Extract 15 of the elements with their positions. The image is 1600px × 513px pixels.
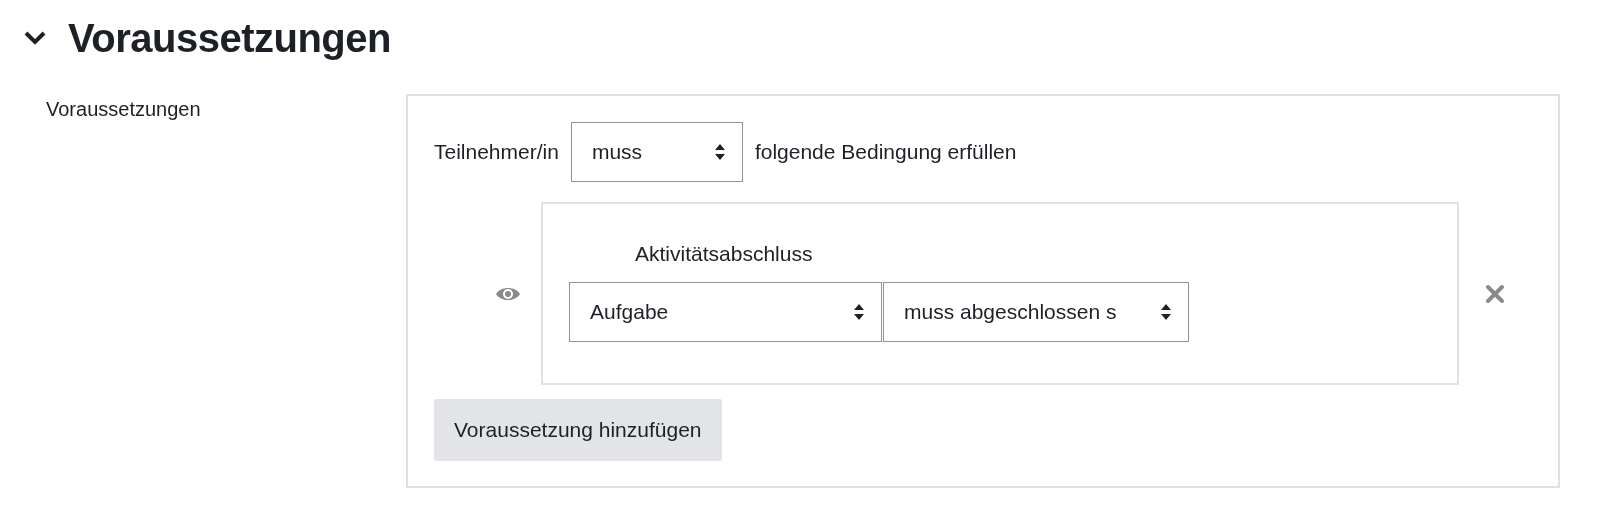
condition-prefix: Teilnehmer/in xyxy=(434,140,559,164)
field-label: Voraussetzungen xyxy=(46,98,202,121)
sort-arrows-icon xyxy=(853,303,865,321)
section-title: Voraussetzungen xyxy=(68,15,391,61)
chevron-icon xyxy=(24,31,46,45)
condition-select[interactable]: muss abgeschlossen s xyxy=(883,282,1189,342)
sort-arrows-icon xyxy=(713,143,726,161)
condition-title: Aktivitätsabschluss xyxy=(635,242,814,266)
close-button[interactable] xyxy=(1485,283,1505,304)
condition-suffix: folgende Bedingung erfüllen xyxy=(754,140,1017,164)
close-icon xyxy=(1485,283,1505,304)
condition-select[interactable]: Aufgabe xyxy=(569,282,882,342)
add-condition-button[interactable]: Voraussetzung hinzufügen xyxy=(434,399,722,461)
sort-arrows-icon xyxy=(1160,303,1172,321)
mode-select[interactable]: muss xyxy=(570,122,743,182)
